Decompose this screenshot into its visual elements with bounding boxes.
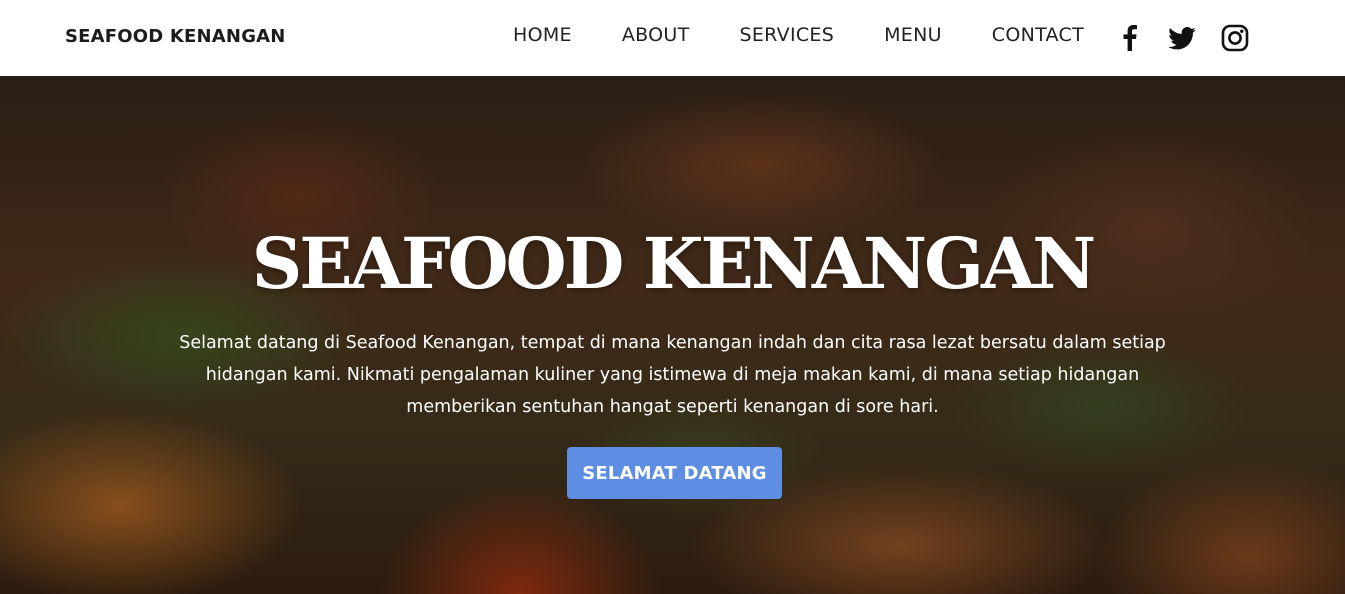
nav-link-contact[interactable]: CONTACT [992, 24, 1084, 46]
main-nav: HOME ABOUT SERVICES MENU CONTACT [513, 24, 1134, 46]
brand-logo-text[interactable]: SEAFOOD KENANGAN [65, 26, 286, 47]
hero-section: SEAFOOD KENANGAN Selamat datang di Seafo… [0, 76, 1345, 594]
facebook-icon[interactable] [1114, 22, 1146, 54]
hero-content: SEAFOOD KENANGAN Selamat datang di Seafo… [0, 76, 1345, 594]
nav-link-services[interactable]: SERVICES [740, 24, 835, 46]
nav-link-menu[interactable]: MENU [884, 24, 942, 46]
twitter-icon[interactable] [1166, 22, 1198, 54]
welcome-button[interactable]: SELAMAT DATANG [567, 447, 782, 499]
instagram-icon[interactable] [1219, 22, 1251, 54]
hero-title: SEAFOOD KENANGAN [251, 222, 1097, 305]
hero-description: Selamat datang di Seafood Kenangan, temp… [179, 333, 1166, 417]
navbar: SEAFOOD KENANGAN HOME ABOUT SERVICES MEN… [0, 0, 1345, 76]
nav-link-home[interactable]: HOME [513, 24, 572, 46]
nav-link-about[interactable]: ABOUT [622, 24, 690, 46]
